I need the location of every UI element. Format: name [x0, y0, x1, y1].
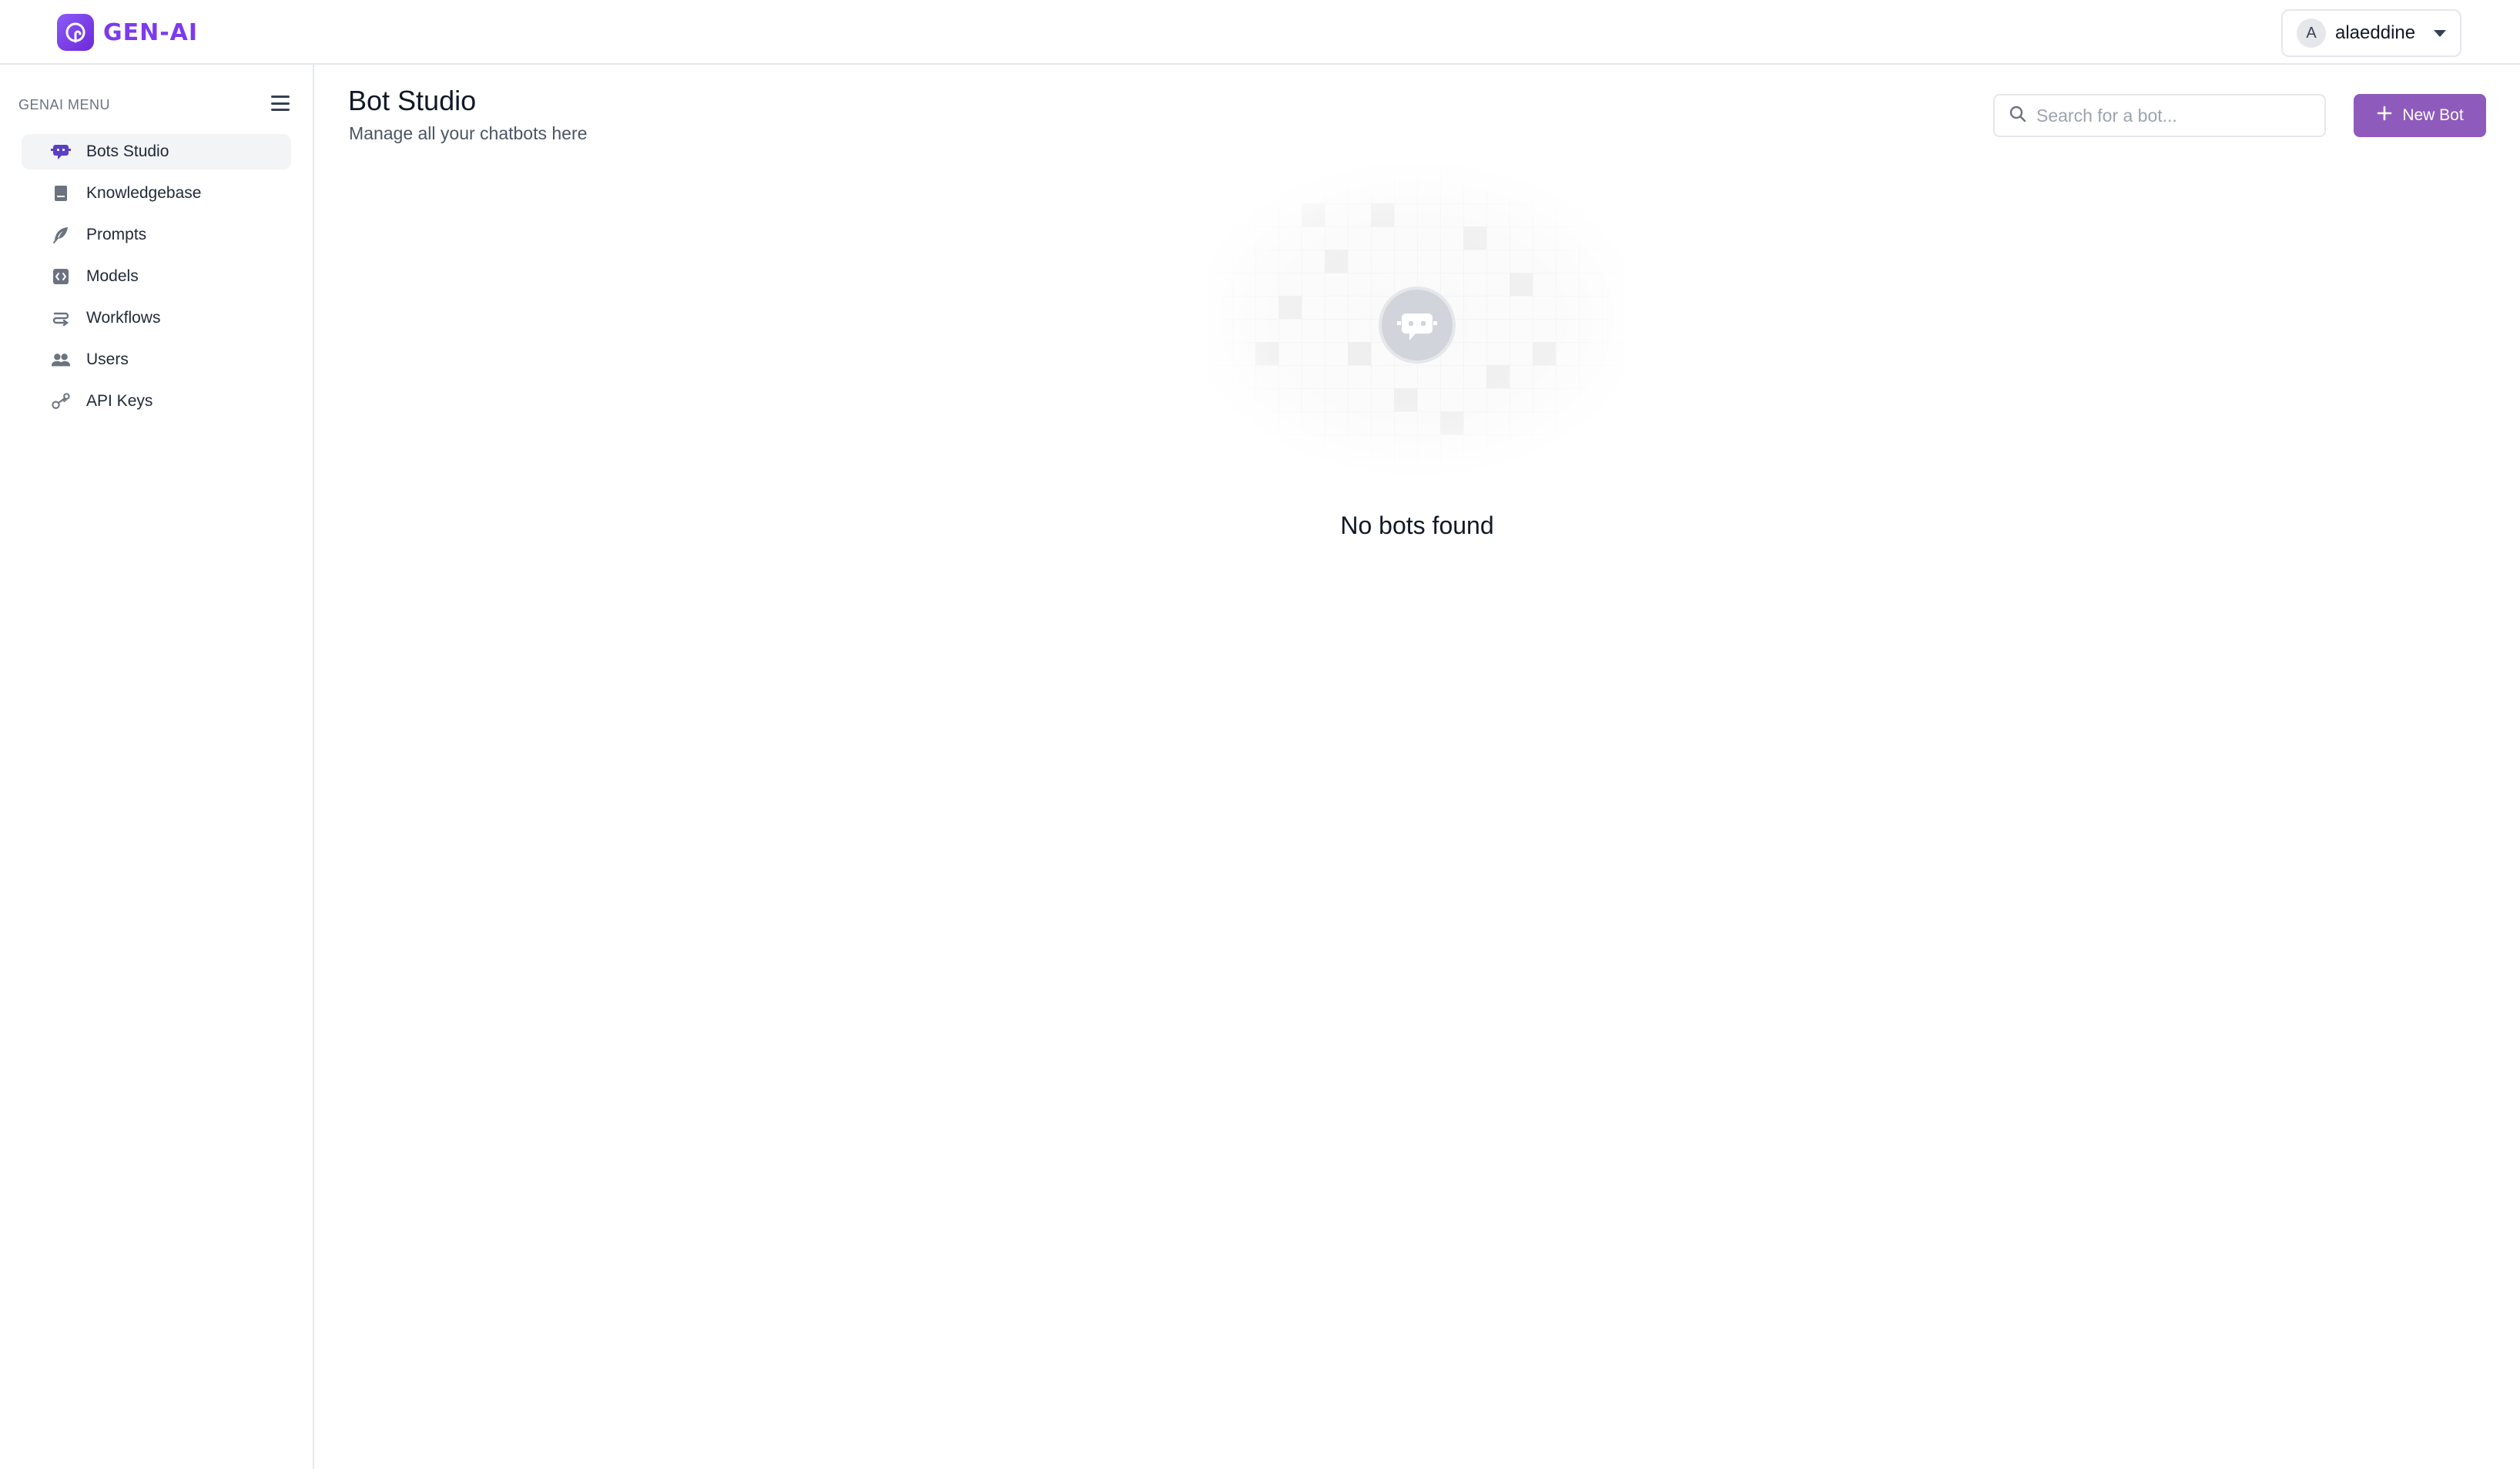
caret-down-icon: [2434, 29, 2446, 37]
bot-chat-icon: [1379, 287, 1456, 364]
search-icon: [2009, 105, 2027, 127]
user-menu-dropdown[interactable]: A alaeddine: [2281, 9, 2461, 57]
sidebar-item-bots-studio[interactable]: Bots Studio: [22, 134, 291, 169]
user-name: alaeddine: [2335, 22, 2416, 43]
model-box-icon: [51, 267, 71, 287]
sidebar-item-label: Models: [86, 267, 139, 285]
book-icon: [51, 183, 71, 203]
sidebar: GENAI MENU Bots Studio Knowledgebase Pro…: [0, 65, 314, 1469]
feather-icon: [51, 225, 71, 245]
page-title: Bot Studio: [348, 85, 477, 116]
sidebar-item-users[interactable]: Users: [22, 342, 291, 377]
genai-logo-icon: [57, 14, 94, 51]
sidebar-item-prompts[interactable]: Prompts: [22, 217, 291, 253]
sidebar-header: GENAI MENU: [18, 97, 111, 112]
empty-state-illustration: [1186, 157, 1648, 481]
avatar: A: [2297, 18, 2326, 48]
sidebar-item-knowledgebase[interactable]: Knowledgebase: [22, 176, 291, 211]
top-bar: GEN-AI A alaeddine: [0, 0, 2520, 65]
new-bot-label: New Bot: [2402, 106, 2464, 124]
new-bot-button[interactable]: New Bot: [2354, 94, 2486, 137]
sidebar-item-models[interactable]: Models: [22, 259, 291, 294]
sidebar-item-label: Knowledgebase: [86, 184, 202, 202]
menu-toggle-icon[interactable]: [271, 96, 290, 111]
sidebar-item-label: Users: [86, 350, 129, 368]
sidebar-item-label: Prompts: [86, 226, 147, 243]
sidebar-item-label: Bots Studio: [86, 143, 169, 160]
search-input[interactable]: [2035, 104, 2324, 127]
sidebar-item-label: API Keys: [86, 392, 153, 410]
bot-chat-icon: [51, 142, 71, 162]
brand-name: GEN-AI: [103, 18, 199, 46]
sidebar-item-api-keys[interactable]: API Keys: [22, 384, 291, 419]
empty-state-message: No bots found: [1340, 511, 1494, 539]
page-subtitle: Manage all your chatbots here: [349, 123, 588, 143]
key-icon: [51, 391, 71, 411]
sidebar-item-label: Workflows: [86, 309, 161, 327]
workflow-icon: [51, 308, 71, 328]
plus-icon: [2376, 105, 2393, 126]
sidebar-nav: Bots Studio Knowledgebase Prompts Models…: [22, 134, 291, 425]
brand-logo[interactable]: GEN-AI: [57, 14, 198, 51]
sidebar-item-workflows[interactable]: Workflows: [22, 300, 291, 336]
users-icon: [51, 350, 71, 370]
main-content: Bot Studio Manage all your chatbots here…: [316, 65, 2520, 1469]
search-box[interactable]: [1993, 94, 2326, 137]
